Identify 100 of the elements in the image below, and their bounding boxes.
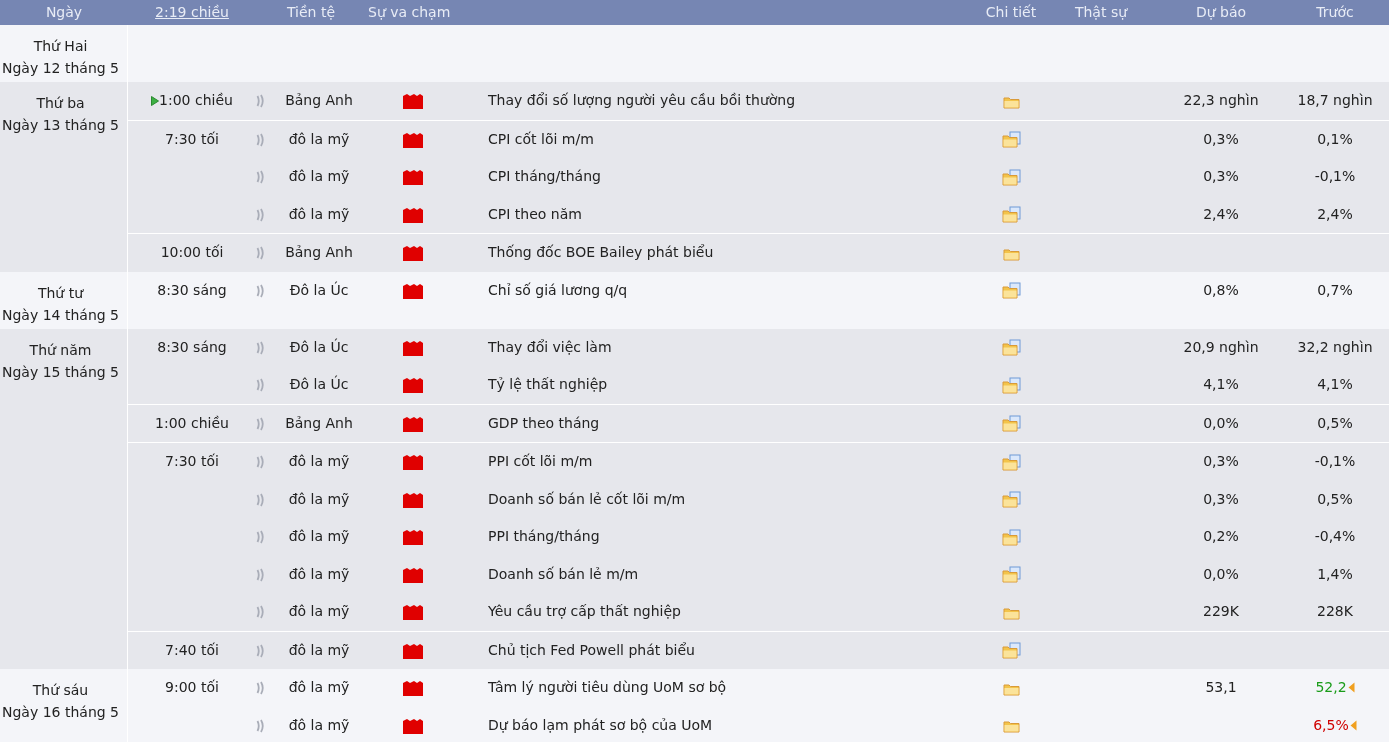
forecast-value: 22,3 nghìn — [1183, 92, 1259, 109]
sound-icon — [256, 492, 265, 507]
currency-name: Đô la Úc — [289, 376, 349, 393]
impact-icon — [403, 415, 423, 432]
sound-icon — [256, 681, 265, 696]
column-header: Chi tiết — [985, 4, 1037, 20]
event-title: Tâm lý người tiêu dùng UoM sơ bộ — [488, 679, 727, 696]
event-title: Doanh số bán lẻ m/m — [488, 565, 639, 582]
event-time: 7:30 tối — [165, 129, 219, 149]
forecast-value: 0,0% — [1203, 414, 1239, 431]
forecast-value: 0,3% — [1203, 490, 1239, 507]
event-title: PPI tháng/tháng — [488, 528, 600, 545]
column-header: Thật sự — [1074, 4, 1128, 20]
impact-icon — [403, 339, 423, 356]
forecast-value: 2,4% — [1203, 205, 1239, 222]
previous-value: -0,1% — [1314, 452, 1356, 472]
day-name: Thứ Hai — [32, 37, 89, 56]
column-header: Ngày — [44, 3, 84, 22]
impact-icon — [403, 454, 423, 471]
event-title: Chủ tịch Fed Powell phát biểu — [488, 641, 695, 658]
impact-icon — [403, 566, 423, 583]
forecast-value: 0,3% — [1203, 168, 1239, 185]
impact-icon — [403, 642, 423, 659]
forecast-value: 4,1% — [1203, 376, 1239, 393]
column-header: Dự báo — [1195, 4, 1247, 20]
sound-icon — [256, 567, 265, 582]
impact-icon — [403, 93, 423, 110]
forecast-value: 53,1 — [1205, 679, 1237, 696]
sound-icon — [256, 246, 265, 261]
sound-icon — [256, 207, 265, 222]
impact-icon — [403, 282, 423, 299]
currency-name: đô la mỹ — [288, 528, 350, 545]
day-date: Ngày 12 tháng 5 — [1, 59, 120, 78]
previous-value: 1,4% — [1317, 564, 1353, 584]
currency-name: đô la mỹ — [288, 603, 350, 620]
sound-icon — [256, 132, 265, 147]
sound-icon — [256, 94, 265, 109]
revision-arrow-icon — [1349, 719, 1357, 731]
day-name: Thứ tư — [36, 283, 85, 303]
impact-icon — [403, 245, 423, 262]
currency-name: đô la mỹ — [288, 679, 350, 696]
previous-value: 18,7 nghìn — [1297, 91, 1373, 111]
previous-value: 0,7% — [1317, 280, 1353, 300]
impact-icon — [403, 680, 423, 697]
currency-name: Đô la Úc — [289, 338, 349, 355]
forecast-value: 229K — [1203, 603, 1239, 620]
currency-name: Bảng Anh — [285, 414, 353, 431]
forecast-value: 0,3% — [1203, 130, 1239, 147]
impact-icon — [403, 131, 423, 148]
impact-icon — [403, 377, 423, 394]
currency-name: đô la mỹ — [288, 205, 350, 222]
event-title: GDP theo tháng — [488, 414, 600, 431]
day-date: Ngày 14 tháng 5 — [1, 305, 120, 325]
time-link[interactable]: 2:19 chiều — [155, 4, 229, 20]
previous-value: 0,5% — [1317, 489, 1353, 509]
previous-value: 0,5% — [1317, 413, 1353, 433]
currency-name: đô la mỹ — [288, 716, 350, 733]
day-date: Ngày 16 tháng 5 — [1, 703, 120, 722]
previous-value: 2,4% — [1317, 204, 1353, 224]
day-date: Ngày 15 tháng 5 — [1, 362, 120, 382]
forecast-value: 0,2% — [1203, 528, 1239, 545]
previous-value: 32,2 nghìn — [1297, 337, 1373, 357]
sound-icon — [256, 378, 265, 393]
sound-icon — [256, 170, 265, 185]
day-date: Ngày 13 tháng 5 — [1, 116, 120, 135]
event-time: 10:00 tối — [160, 243, 224, 263]
event-title: CPI tháng/tháng — [488, 168, 601, 185]
event-time: 7:30 tối — [165, 452, 219, 472]
event-title: Thay đổi việc làm — [488, 338, 612, 355]
event-title: Chỉ số giá lương q/q — [488, 281, 628, 298]
sound-icon — [256, 340, 265, 355]
column-header: Trước — [1316, 4, 1354, 20]
event-title: Doanh số bán lẻ cốt lõi m/m — [488, 490, 686, 507]
impact-icon — [403, 717, 423, 734]
event-title: Yêu cầu trợ cấp thất nghiệp — [488, 603, 681, 620]
previous-value: 6,5% — [1313, 715, 1349, 735]
sound-icon — [256, 605, 265, 620]
event-time: 7:40 tối — [165, 640, 219, 660]
event-time: 1:00 chiều — [155, 413, 229, 433]
impact-icon — [403, 169, 423, 186]
currency-name: Bảng Anh — [285, 92, 353, 109]
sound-icon — [256, 283, 265, 298]
event-title: Tỷ lệ thất nghiệp — [488, 376, 608, 393]
currency-name: đô la mỹ — [288, 641, 350, 658]
previous-value: 0,1% — [1317, 129, 1353, 149]
currency-name: đô la mỹ — [288, 168, 350, 185]
currency-name: Đô la Úc — [289, 281, 349, 298]
sound-icon — [256, 718, 265, 733]
previous-value: 52,2 — [1315, 678, 1347, 698]
day-name: Thứ sáu — [31, 681, 90, 700]
forecast-value: 0,0% — [1203, 565, 1239, 582]
event-title: Thay đổi số lượng người yêu cầu bồi thường — [488, 92, 796, 109]
sound-icon — [256, 530, 265, 545]
impact-icon — [403, 491, 423, 508]
event-time: 9:00 tối — [165, 678, 219, 698]
day-name: Thứ năm — [28, 340, 93, 360]
forecast-value: 20,9 nghìn — [1183, 338, 1259, 355]
previous-value: 4,1% — [1317, 375, 1353, 395]
currency-name: đô la mỹ — [288, 490, 350, 507]
sound-icon — [256, 643, 265, 658]
